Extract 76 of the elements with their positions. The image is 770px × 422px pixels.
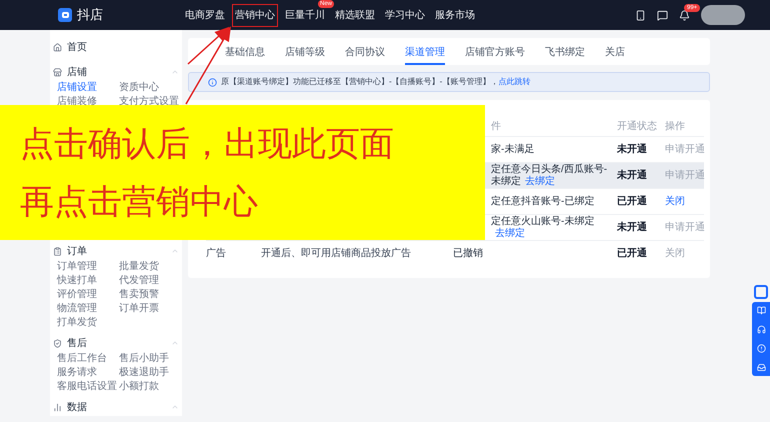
info-icon xyxy=(208,78,217,86)
clipboard-icon xyxy=(53,246,62,256)
bar-chart-icon xyxy=(53,402,62,412)
tab[interactable]: 合同协议 xyxy=(345,41,385,65)
sidebar-item[interactable]: 小额打款 xyxy=(119,381,159,393)
avatar[interactable] xyxy=(701,5,745,25)
table-cell-text: 广告 xyxy=(206,246,227,261)
sidebar-item[interactable]: 客服电话设置 xyxy=(57,381,117,393)
sidebar-item[interactable]: 订单开票 xyxy=(119,303,159,315)
headset-icon[interactable] xyxy=(756,325,766,334)
table-header: 开通状态 xyxy=(617,120,658,134)
message-icon[interactable] xyxy=(657,10,668,20)
shield-icon xyxy=(53,338,62,348)
book-icon[interactable] xyxy=(756,306,766,315)
sidebar-heading[interactable]: 售后 xyxy=(67,336,87,350)
table-header: 操作 xyxy=(665,120,686,134)
sidebar-item[interactable]: 订单管理 xyxy=(57,261,97,273)
action-link[interactable]: 关闭 xyxy=(665,246,704,261)
sidebar-item[interactable]: 售后小助手 xyxy=(119,353,169,365)
sidebar-item[interactable]: 物流管理 xyxy=(57,303,97,315)
bind-link[interactable]: 去绑定 xyxy=(525,176,555,186)
phone-icon[interactable] xyxy=(635,10,646,20)
nav-link[interactable]: 服务市场 xyxy=(432,4,478,26)
tab[interactable]: 基础信息 xyxy=(225,41,265,65)
annotation-text: 点击确认后，出现此页面 xyxy=(20,124,395,164)
table-cell-text: 定任意抖音账号-已绑定 xyxy=(490,196,596,208)
sidebar-item[interactable]: 售后工作台 xyxy=(57,353,107,365)
status-text: 已开通 xyxy=(617,246,648,261)
status-text: 未开通 xyxy=(617,142,648,157)
logo-icon[interactable] xyxy=(754,285,768,299)
status-text: 已开通 xyxy=(617,194,648,209)
action-link[interactable]: 关闭 xyxy=(665,194,704,209)
sidebar-heading[interactable]: 店铺 xyxy=(67,64,87,80)
tab[interactable]: 飞书绑定 xyxy=(545,41,585,65)
annotation-text: 再点击营销中心 xyxy=(20,182,259,222)
status-text: 未开通 xyxy=(617,168,648,183)
sidebar-item[interactable]: 快速打单 xyxy=(57,275,97,287)
app-name: 抖店 xyxy=(77,6,103,24)
sidebar-item[interactable]: 店铺装修 xyxy=(57,96,97,108)
tab[interactable]: 店铺等级 xyxy=(285,41,325,65)
sidebar-item[interactable]: 打单发货 xyxy=(57,317,97,329)
tab[interactable]: 店铺官方账号 xyxy=(465,41,525,65)
logo-icon xyxy=(58,8,72,22)
sidebar-item[interactable]: 售卖预警 xyxy=(119,289,159,301)
inbox-icon[interactable] xyxy=(756,363,766,372)
store-icon xyxy=(53,68,62,76)
notification-icon[interactable] xyxy=(679,10,690,20)
bind-link[interactable]: 去绑定 xyxy=(495,228,525,238)
sidebar-heading[interactable]: 首页 xyxy=(67,40,87,54)
nav-link[interactable]: 学习中心 xyxy=(382,4,428,26)
sidebar-item[interactable]: 批量发货 xyxy=(119,261,159,273)
notice-text: 原【渠道账号绑定】功能已迁移至【营销中心】-【自播账号】-【账号管理】，点此跳转 xyxy=(221,76,530,88)
sidebar-item[interactable]: 支付方式设置 xyxy=(119,96,179,108)
sidebar-item[interactable]: 评价管理 xyxy=(57,289,97,301)
table-header: 件 xyxy=(490,120,502,134)
sidebar-heading[interactable]: 订单 xyxy=(67,244,87,258)
nav-link[interactable]: 营销中心 xyxy=(232,4,278,26)
table-cell-text: 开通后、即可用店铺商品投放广告 xyxy=(261,246,412,261)
nav-link[interactable]: 电商罗盘 xyxy=(182,4,228,26)
action-link[interactable]: 申请开通 xyxy=(665,142,705,157)
sidebar-item[interactable]: 资质中心 xyxy=(119,82,159,94)
sidebar-item[interactable]: 服务请求 xyxy=(57,367,97,379)
sidebar-item[interactable]: 极速退助手 xyxy=(119,367,169,379)
home-icon xyxy=(53,42,62,52)
notice-link[interactable]: 点此跳转 xyxy=(498,77,530,86)
tab[interactable]: 渠道管理 xyxy=(405,41,445,65)
action-link[interactable]: 申请开通 xyxy=(665,220,705,235)
table-cell-text: 已撤销 xyxy=(453,248,484,260)
sidebar-heading[interactable]: 数据 xyxy=(67,400,87,414)
tab[interactable]: 关店 xyxy=(605,41,625,65)
nav-link[interactable]: 精选联盟 xyxy=(332,4,378,26)
table-cell-text: 家-未满足 xyxy=(490,144,536,156)
sidebar-item[interactable]: 代发管理 xyxy=(119,275,159,287)
alert-icon[interactable] xyxy=(756,344,766,353)
sidebar-item[interactable]: 店铺设置 xyxy=(57,82,97,94)
status-text: 未开通 xyxy=(617,220,648,235)
